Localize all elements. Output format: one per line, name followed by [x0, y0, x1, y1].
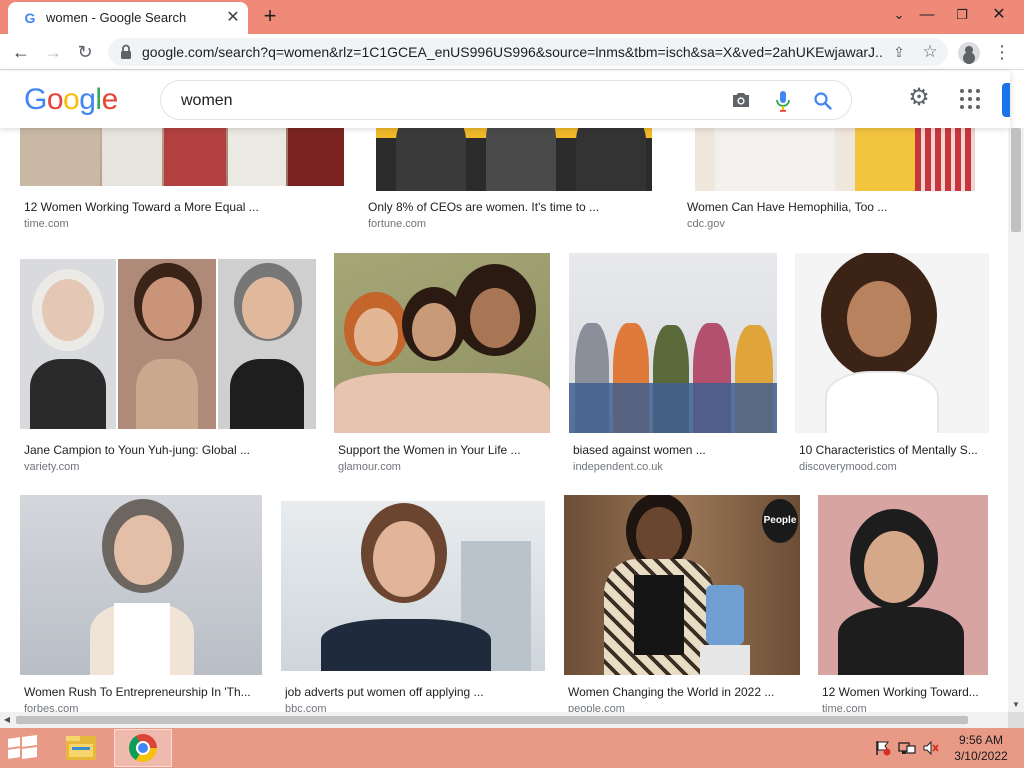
result-title[interactable]: 10 Characteristics of Mentally S...	[799, 443, 993, 457]
window-restore-button[interactable]: ❐	[945, 0, 979, 30]
sign-in-button[interactable]	[1002, 83, 1010, 117]
image-result[interactable]: Jane Campion to Youn Yuh-jung: Global ..…	[20, 253, 316, 473]
volume-muted-icon[interactable]	[922, 740, 940, 756]
file-explorer-icon[interactable]	[60, 730, 102, 766]
result-thumbnail[interactable]	[695, 128, 975, 191]
search-input[interactable]: women	[181, 92, 233, 110]
logo-letter: e	[101, 83, 119, 116]
result-title[interactable]: Women Can Have Hemophilia, Too ...	[687, 200, 991, 214]
windows-start-button[interactable]	[8, 734, 38, 760]
result-thumbnail[interactable]	[569, 253, 777, 433]
result-title[interactable]: job adverts put women off applying ...	[285, 685, 549, 699]
result-title[interactable]: Only 8% of CEOs are women. It's time to …	[368, 200, 668, 214]
people-exclusive-badge: People	[762, 499, 798, 543]
scrollbar-corner	[1008, 712, 1024, 728]
horizontal-scrollbar[interactable]: ◀ ▶	[0, 712, 1020, 728]
result-thumbnail[interactable]	[20, 259, 316, 429]
result-title[interactable]: Women Changing the World in 2022 ...	[568, 685, 804, 699]
image-result[interactable]: job adverts put women off applying ... b…	[281, 495, 545, 712]
result-domain[interactable]: variety.com	[24, 461, 79, 474]
close-tab-icon[interactable]: ✕	[224, 9, 242, 27]
camera-search-icon[interactable]	[732, 92, 750, 108]
chrome-icon	[129, 734, 157, 762]
logo-letter: o	[63, 83, 80, 116]
result-title[interactable]: Women Rush To Entrepreneurship In 'Th...	[24, 685, 266, 699]
vertical-scroll-thumb[interactable]	[1011, 128, 1021, 232]
result-domain[interactable]: people.com	[568, 703, 625, 712]
search-box[interactable]: women	[160, 80, 852, 120]
result-domain[interactable]: cdc.gov	[687, 218, 725, 231]
image-result[interactable]: 10 Characteristics of Mentally S... disc…	[795, 253, 989, 473]
browser-menu-icon[interactable]: ⋮	[992, 40, 1012, 64]
image-result[interactable]: 12 Women Working Toward a More Equal ...…	[20, 128, 344, 231]
result-domain[interactable]: time.com	[24, 218, 69, 231]
profile-avatar-icon[interactable]	[958, 42, 980, 64]
image-results-grid: 12 Women Working Toward a More Equal ...…	[0, 128, 1008, 712]
forward-button[interactable]: →	[40, 39, 66, 65]
image-result[interactable]: Support the Women in Your Life ... glamo…	[334, 253, 550, 473]
window-minimize-button[interactable]: —	[910, 0, 944, 30]
new-tab-button[interactable]: +	[258, 5, 282, 29]
google-favicon-icon: G	[24, 10, 36, 26]
result-title[interactable]: biased against women ...	[573, 443, 781, 457]
image-result[interactable]: Only 8% of CEOs are women. It's time to …	[364, 128, 664, 231]
window-close-button[interactable]: ✕	[982, 0, 1016, 30]
address-bar[interactable]: google.com/search?q=women&rlz=1C1GCEA_en…	[108, 38, 948, 66]
google-header: Google women ⚙	[0, 71, 1010, 128]
result-thumbnail[interactable]	[20, 128, 344, 186]
result-thumbnail[interactable]: People	[564, 495, 800, 675]
lock-icon[interactable]	[120, 44, 132, 60]
scroll-down-arrow-icon[interactable]: ▼	[1008, 698, 1024, 712]
tab-title: women - Google Search	[46, 10, 187, 25]
result-title[interactable]: Jane Campion to Youn Yuh-jung: Global ..…	[24, 443, 320, 457]
result-thumbnail[interactable]	[281, 501, 545, 671]
result-domain[interactable]: fortune.com	[368, 218, 426, 231]
reload-button[interactable]: ↻	[72, 39, 98, 65]
image-result[interactable]: biased against women ... independent.co.…	[569, 253, 777, 473]
result-domain[interactable]: bbc.com	[285, 703, 327, 712]
image-result[interactable]: Women Can Have Hemophilia, Too ... cdc.g…	[683, 128, 987, 231]
result-domain[interactable]: glamour.com	[338, 461, 401, 474]
result-thumbnail[interactable]	[818, 495, 988, 675]
taskbar-clock-time[interactable]: 9:56 AM	[950, 733, 1012, 747]
image-result[interactable]: Women Rush To Entrepreneurship In 'Th...…	[20, 495, 262, 712]
browser-tab-active[interactable]: G women - Google Search ✕	[8, 2, 248, 34]
url-text[interactable]: google.com/search?q=women&rlz=1C1GCEA_en…	[142, 44, 882, 60]
result-thumbnail[interactable]	[376, 128, 652, 191]
share-icon[interactable]: ⇪	[890, 43, 908, 61]
chrome-taskbar-button[interactable]	[114, 729, 172, 767]
result-title[interactable]: 12 Women Working Toward a More Equal ...	[24, 200, 348, 214]
browser-toolbar: ← → ↻ google.com/search?q=women&rlz=1C1G…	[0, 34, 1024, 70]
taskbar-clock-date[interactable]: 3/10/2022	[950, 749, 1012, 763]
result-domain[interactable]: time.com	[822, 703, 867, 712]
google-apps-icon[interactable]	[960, 89, 980, 109]
logo-letter: G	[24, 83, 47, 116]
result-title[interactable]: Support the Women in Your Life ...	[338, 443, 554, 457]
result-thumbnail[interactable]	[334, 253, 550, 433]
bookmark-star-icon[interactable]: ☆	[920, 42, 940, 62]
result-thumbnail[interactable]	[20, 495, 262, 675]
google-logo[interactable]: Google	[24, 83, 118, 117]
settings-gear-icon[interactable]: ⚙	[906, 85, 932, 111]
image-result[interactable]: People Women Changing the World in 2022 …	[564, 495, 800, 712]
result-domain[interactable]: forbes.com	[24, 703, 78, 712]
logo-letter: o	[46, 83, 64, 116]
result-thumbnail[interactable]	[795, 253, 989, 433]
image-result[interactable]: 12 Women Working Toward... time.com	[818, 495, 988, 712]
scroll-left-arrow-icon[interactable]: ◀	[0, 712, 14, 728]
browser-tab-strip: G women - Google Search ✕ + ⌄ — ❐ ✕	[0, 0, 1024, 34]
result-domain[interactable]: independent.co.uk	[573, 461, 663, 474]
result-title[interactable]: 12 Women Working Toward...	[822, 685, 992, 699]
microphone-icon[interactable]	[775, 90, 791, 112]
action-center-flag-icon[interactable]	[874, 740, 892, 756]
result-domain[interactable]: discoverymood.com	[799, 461, 897, 474]
vertical-scrollbar[interactable]: ▲ ▼	[1008, 128, 1024, 712]
search-icon[interactable]	[813, 91, 833, 111]
horizontal-scroll-thumb[interactable]	[16, 716, 968, 724]
windows-taskbar: 9:56 AM 3/10/2022	[0, 728, 1024, 768]
network-icon[interactable]	[898, 740, 916, 756]
back-button[interactable]: ←	[8, 39, 34, 65]
logo-letter: g	[79, 83, 96, 116]
